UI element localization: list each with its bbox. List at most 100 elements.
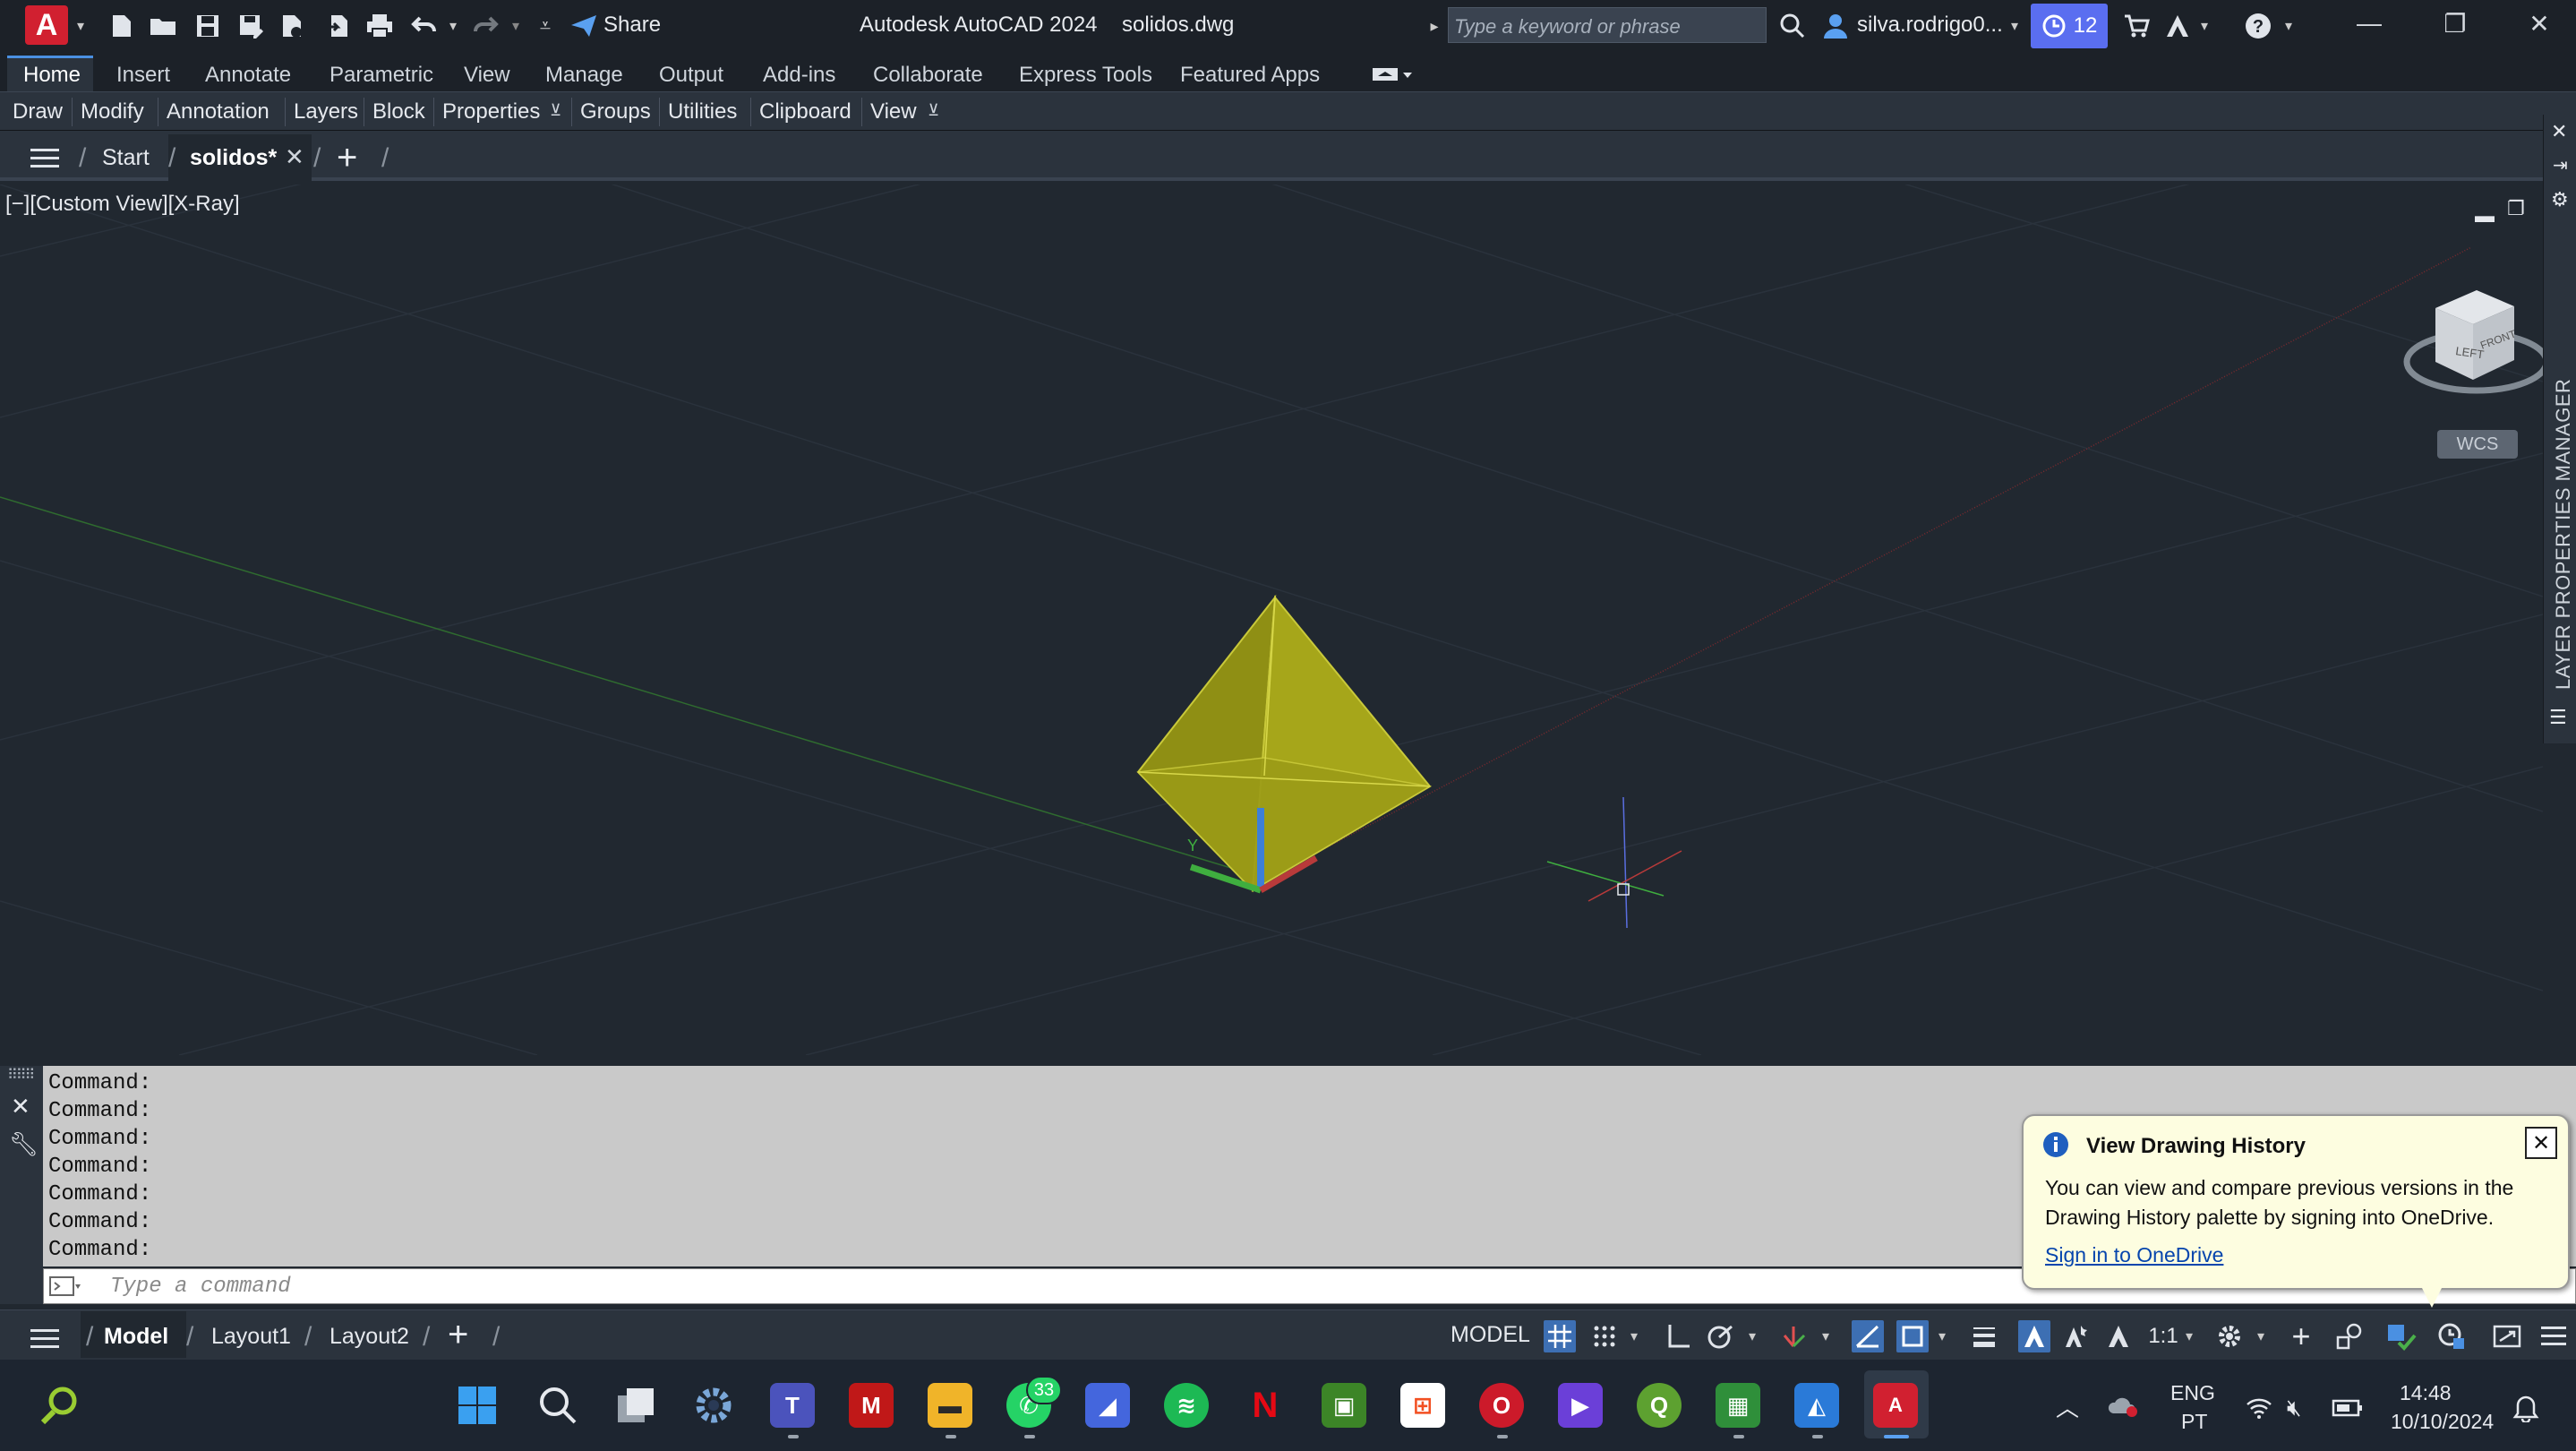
- save-as-icon[interactable]: [235, 7, 267, 45]
- search-icon[interactable]: [1776, 7, 1809, 45]
- volume-muted-icon[interactable]: 🔇︎: [2287, 1394, 2301, 1422]
- plot-print-icon[interactable]: [364, 7, 396, 45]
- popup-close-button[interactable]: ✕: [2525, 1127, 2557, 1159]
- scale-chevron-icon[interactable]: ▾: [2179, 1320, 2199, 1352]
- battery-icon[interactable]: [2332, 1397, 2364, 1424]
- tab-start[interactable]: Start: [102, 145, 150, 171]
- share-button[interactable]: Share: [603, 13, 661, 38]
- app-menu-chevron-icon[interactable]: ▾: [72, 7, 90, 45]
- file-explorer-icon[interactable]: ▬: [928, 1383, 972, 1428]
- user-menu-chevron-icon[interactable]: ▾: [2006, 7, 2024, 45]
- panel-properties[interactable]: Properties: [442, 99, 540, 124]
- tab-featured-apps[interactable]: Featured Apps: [1180, 63, 1320, 88]
- snap-mode-icon[interactable]: [1588, 1320, 1621, 1352]
- tab-annotate[interactable]: Annotate: [205, 63, 291, 88]
- annotation-visibility-icon[interactable]: [2018, 1320, 2050, 1352]
- object-snap-chevron-icon[interactable]: ▾: [1932, 1320, 1952, 1352]
- tab-manage[interactable]: Manage: [545, 63, 623, 88]
- auto-scale-icon[interactable]: [2059, 1320, 2092, 1352]
- customize-wrench-icon[interactable]: 🔧︎: [9, 1130, 39, 1158]
- hardware-acceleration-icon[interactable]: [2385, 1320, 2418, 1352]
- new-tab-plus-icon[interactable]: +: [337, 138, 357, 178]
- open-folder-icon[interactable]: [147, 7, 179, 45]
- onedrive-error-icon[interactable]: [2108, 1392, 2140, 1424]
- workspace-chevron-icon[interactable]: ▾: [2251, 1320, 2271, 1352]
- command-line-handle[interactable]: ⠿⠿⠿ ✕ 🔧︎: [0, 1066, 43, 1304]
- viewport-minimize-icon[interactable]: ▬: [2475, 204, 2495, 228]
- help-icon[interactable]: ?: [2242, 7, 2274, 45]
- isodraft-icon[interactable]: [1778, 1320, 1810, 1352]
- wcs-menu-button[interactable]: WCS: [2437, 430, 2518, 459]
- annotation-monitor-plus-icon[interactable]: +: [2285, 1318, 2317, 1354]
- tab-solidos[interactable]: solidos*: [190, 145, 277, 171]
- panel-block[interactable]: Block: [372, 99, 425, 124]
- autocad-logo-button[interactable]: A: [25, 5, 68, 45]
- layout-tabs-menu-icon[interactable]: [27, 1320, 63, 1358]
- panel-layers[interactable]: Layers: [294, 99, 358, 124]
- file-tabs-menu-icon[interactable]: [27, 140, 63, 177]
- microsoft-store-icon[interactable]: ⊞: [1400, 1383, 1445, 1428]
- tab-layout1[interactable]: Layout1: [211, 1324, 291, 1350]
- tab-insert[interactable]: Insert: [116, 63, 170, 88]
- palette-settings-gear-icon[interactable]: ⚙: [2551, 188, 2569, 211]
- viewport-controls-label[interactable]: [−][Custom View][X-Ray]: [5, 192, 240, 217]
- search-expand-arrow-icon[interactable]: ▸: [1427, 7, 1442, 45]
- close-window-button[interactable]: ✕: [2512, 9, 2566, 41]
- import-icon[interactable]: [322, 7, 355, 45]
- clock-time[interactable]: 14:48: [2400, 1381, 2452, 1405]
- solid-pyramid[interactable]: [1136, 594, 1433, 893]
- ortho-mode-icon[interactable]: [1662, 1320, 1694, 1352]
- drawing-viewport[interactable]: Y [−][Custom View][X-Ray] ▬ ❐ LEFT FRONT…: [0, 185, 2543, 1055]
- object-snap-icon[interactable]: [1896, 1320, 1929, 1352]
- object-snap-tracking-icon[interactable]: [1852, 1320, 1884, 1352]
- close-command-line-icon[interactable]: ✕: [11, 1093, 30, 1120]
- language-indicator-bottom[interactable]: PT: [2181, 1410, 2207, 1434]
- palette-close-icon[interactable]: ✕: [2551, 120, 2567, 143]
- user-name[interactable]: silva.rodrigo0...: [1857, 13, 2003, 38]
- layer-properties-manager-label[interactable]: LAYER PROPERTIES MANAGER: [2552, 379, 2575, 690]
- add-layout-plus-icon[interactable]: +: [448, 1315, 468, 1355]
- panel-view-expand-icon[interactable]: ⊻: [928, 101, 939, 120]
- undo-dropdown-chevron-icon[interactable]: ▾: [444, 7, 462, 45]
- media-player-icon[interactable]: ▶: [1558, 1383, 1603, 1428]
- redo-icon[interactable]: [469, 7, 501, 45]
- panel-modify[interactable]: Modify: [81, 99, 144, 124]
- show-hidden-icons-chevron-icon[interactable]: ︿: [2056, 1390, 2079, 1423]
- windows-start-icon[interactable]: [455, 1383, 500, 1428]
- taskbar-search-icon[interactable]: [535, 1383, 580, 1428]
- annotation-scale-icon[interactable]: [2102, 1320, 2135, 1352]
- autodesk-store-cart-icon[interactable]: [2120, 7, 2152, 45]
- spotify-app-icon[interactable]: ≋: [1164, 1383, 1209, 1428]
- tab-model[interactable]: Model: [104, 1324, 168, 1350]
- panel-draw[interactable]: Draw: [13, 99, 63, 124]
- autodesk-app-store-icon[interactable]: [2161, 7, 2194, 45]
- tab-parametric[interactable]: Parametric: [329, 63, 433, 88]
- redo-dropdown-chevron-icon[interactable]: ▾: [507, 7, 525, 45]
- polar-tracking-icon[interactable]: [1705, 1320, 1737, 1352]
- model-space-button[interactable]: MODEL: [1451, 1322, 1530, 1348]
- customization-menu-icon[interactable]: [2537, 1320, 2570, 1352]
- open-from-web-icon[interactable]: [276, 7, 308, 45]
- tab-home[interactable]: Home: [23, 63, 81, 88]
- settings-app-icon[interactable]: [691, 1383, 736, 1428]
- share-icon[interactable]: [566, 7, 602, 45]
- notifications-button[interactable]: 12: [2031, 4, 2108, 48]
- command-prompt-icon[interactable]: [49, 1275, 81, 1300]
- user-account-icon[interactable]: [1819, 7, 1852, 45]
- layer-properties-icon[interactable]: ☰: [2549, 706, 2567, 729]
- search-input[interactable]: Type a keyword or phrase: [1448, 7, 1767, 43]
- tab-view[interactable]: View: [464, 63, 510, 88]
- tab-layout2[interactable]: Layout2: [329, 1324, 409, 1350]
- sign-in-onedrive-link[interactable]: Sign in to OneDrive: [2045, 1243, 2223, 1267]
- viewcube[interactable]: LEFT FRONT: [2400, 272, 2543, 416]
- widgets-icon[interactable]: [38, 1383, 82, 1428]
- netflix-app-icon[interactable]: N: [1243, 1383, 1288, 1428]
- panel-groups[interactable]: Groups: [580, 99, 651, 124]
- annotation-scale-value[interactable]: 1:1: [2142, 1320, 2185, 1352]
- language-indicator-top[interactable]: ENG: [2170, 1381, 2215, 1405]
- notification-bell-icon[interactable]: [2512, 1394, 2539, 1428]
- tab-add-ins[interactable]: Add-ins: [763, 63, 835, 88]
- mathcad-app-icon[interactable]: ◢: [1085, 1383, 1130, 1428]
- polar-chevron-icon[interactable]: ▾: [1742, 1320, 1762, 1352]
- panel-annotation[interactable]: Annotation: [167, 99, 270, 124]
